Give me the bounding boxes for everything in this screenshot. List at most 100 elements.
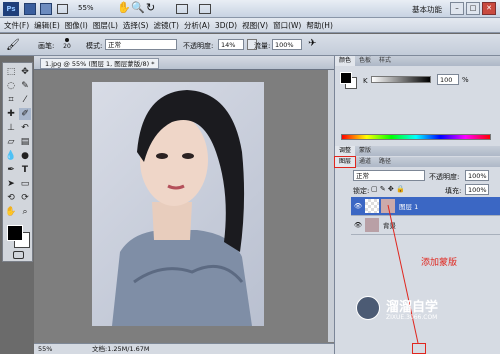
menu-3d[interactable]: 3D(D): [215, 21, 237, 30]
lock-label: 锁定:: [353, 187, 370, 195]
color-panel: K 100 %: [335, 66, 500, 140]
crop-tool-icon[interactable]: ⌗: [5, 94, 17, 106]
menu-filter[interactable]: 滤镜(T): [154, 20, 179, 31]
brush-size-value: 20: [63, 43, 71, 50]
document-tab[interactable]: 1.jpg @ 55% (图层 1, 图层蒙版/8) *: [40, 58, 160, 69]
tab-masks[interactable]: 蒙版: [355, 146, 375, 156]
watermark-url: ZIXUE.3066.COM: [386, 314, 438, 321]
layer-name[interactable]: 图层 1: [399, 201, 418, 211]
tab-paths[interactable]: 路径: [375, 157, 395, 167]
blend-mode-select[interactable]: 正常: [353, 170, 425, 181]
screen-mode-icon[interactable]: [199, 4, 211, 14]
status-zoom[interactable]: 55%: [38, 344, 52, 354]
menu-file[interactable]: 文件(F): [4, 20, 29, 31]
layer-opacity-label: 不透明度:: [429, 173, 460, 181]
zoom-tool-icon[interactable]: 🔍: [131, 1, 145, 14]
brush-size-picker[interactable]: 20: [58, 36, 76, 54]
lasso-tool-icon[interactable]: ◌: [5, 80, 17, 92]
history-brush-tool-icon[interactable]: ↶: [19, 122, 31, 134]
menu-layer[interactable]: 图层(L): [93, 20, 118, 31]
mode-label: 模式:: [86, 42, 103, 50]
visibility-eye-icon[interactable]: 👁: [351, 221, 365, 229]
marquee-tool-icon[interactable]: ⬚: [5, 66, 17, 78]
k-channel-input[interactable]: 100: [437, 74, 459, 85]
tab-swatches[interactable]: 色板: [355, 56, 375, 66]
tab-channels[interactable]: 通道: [355, 157, 375, 167]
menu-select[interactable]: 选择(S): [123, 20, 149, 31]
zoom-level-select[interactable]: 55%: [78, 4, 94, 12]
mode-select[interactable]: 正常: [105, 39, 177, 50]
foreground-color-swatch[interactable]: [7, 225, 23, 241]
3d-orbit-tool-icon[interactable]: ⟳: [19, 192, 31, 204]
layer-thumbnail: [365, 218, 379, 232]
maximize-button[interactable]: □: [466, 2, 480, 15]
zoom-tool-icon-small[interactable]: ⌕: [19, 206, 31, 218]
bridge-icon[interactable]: [24, 3, 36, 15]
color-panel-tabs: 颜色 色板 样式: [335, 56, 500, 66]
quick-mask-icon[interactable]: [13, 251, 24, 259]
fill-input[interactable]: 100%: [465, 184, 489, 195]
panel-fg-swatch[interactable]: [340, 72, 352, 84]
menu-help[interactable]: 帮助(H): [306, 20, 333, 31]
arrange-documents-icon[interactable]: [176, 4, 188, 14]
color-spectrum-bar[interactable]: [341, 134, 491, 140]
gradient-tool-icon[interactable]: ▤: [19, 136, 31, 148]
layer-thumbnail: [365, 199, 379, 213]
workspace-switcher[interactable]: 基本功能: [412, 4, 442, 15]
opacity-input[interactable]: 14%: [218, 39, 244, 50]
airbrush-icon[interactable]: ✈: [308, 38, 316, 49]
tab-color[interactable]: 颜色: [335, 56, 356, 66]
move-tool-icon[interactable]: ✥: [19, 66, 31, 78]
blur-tool-icon[interactable]: 💧: [5, 150, 17, 162]
minimize-button[interactable]: –: [450, 2, 464, 15]
lock-icons[interactable]: ▢ ✎ ✥ 🔒: [371, 185, 405, 193]
menu-edit[interactable]: 编辑(E): [34, 20, 60, 31]
quick-select-tool-icon[interactable]: ✎: [19, 80, 31, 92]
3d-rotate-tool-icon[interactable]: ⟲: [5, 192, 17, 204]
eraser-tool-icon[interactable]: ▱: [5, 136, 17, 148]
flow-input[interactable]: 100%: [272, 39, 302, 50]
brush-tool-icon[interactable]: ✐: [19, 108, 31, 120]
options-bar: 🖌 画笔: 20 模式: 正常 不透明度: 14% 流量: 100% ✈: [0, 34, 500, 56]
brush-dot-icon: [65, 38, 69, 42]
view-extras-icon[interactable]: [57, 4, 68, 14]
brush-preset-icon[interactable]: 🖌: [6, 38, 20, 51]
eyedropper-tool-icon[interactable]: ⁄: [19, 94, 31, 106]
minibridge-icon[interactable]: [40, 3, 52, 15]
layer-row-background[interactable]: 👁 背景: [351, 216, 500, 235]
pen-tool-icon[interactable]: ✒: [5, 164, 17, 176]
hand-tool-icon-small[interactable]: ✋: [5, 206, 17, 218]
add-mask-highlight: [412, 343, 426, 354]
document-image[interactable]: [92, 82, 264, 326]
dodge-tool-icon[interactable]: ●: [19, 150, 31, 162]
menu-image[interactable]: 图像(I): [65, 20, 88, 31]
hand-tool-icon[interactable]: ✋: [117, 1, 131, 14]
layer-opacity-input[interactable]: 100%: [465, 170, 489, 181]
menu-analysis[interactable]: 分析(A): [184, 20, 210, 31]
watermark-name: 溜溜自学: [386, 300, 439, 315]
fill-label: 填充:: [445, 187, 462, 195]
type-tool-icon[interactable]: T: [19, 164, 31, 176]
shape-tool-icon[interactable]: ▭: [19, 178, 31, 190]
menu-view[interactable]: 视图(V): [242, 20, 268, 31]
layer-name[interactable]: 背景: [383, 220, 396, 230]
tab-adjustments[interactable]: 调整: [335, 146, 356, 156]
document-tab-bar: 1.jpg @ 55% (图层 1, 图层蒙版/8) *: [34, 56, 334, 70]
status-doc-size: 文档:1.25M/1.67M: [92, 345, 150, 353]
path-select-tool-icon[interactable]: ➤: [5, 178, 17, 190]
layer-row-1[interactable]: 👁 图层 1: [351, 197, 500, 216]
adjustments-panel-tabs: 调整 蒙版: [335, 146, 500, 156]
tab-layers[interactable]: 图层: [333, 156, 357, 168]
menu-window[interactable]: 窗口(W): [273, 20, 301, 31]
close-button[interactable]: ✕: [482, 2, 496, 15]
tab-styles[interactable]: 样式: [375, 56, 395, 66]
k-channel-slider[interactable]: [371, 76, 431, 83]
healing-brush-tool-icon[interactable]: ✚: [5, 108, 17, 120]
clone-stamp-tool-icon[interactable]: ⊥: [5, 122, 17, 134]
rotate-view-icon[interactable]: ↻: [146, 1, 155, 14]
k-channel-label: K: [363, 77, 368, 85]
window-controls[interactable]: – □ ✕: [450, 2, 498, 15]
layer-mask-thumbnail[interactable]: [381, 199, 395, 213]
visibility-eye-icon[interactable]: 👁: [351, 202, 365, 210]
k-channel-unit: %: [462, 76, 469, 84]
